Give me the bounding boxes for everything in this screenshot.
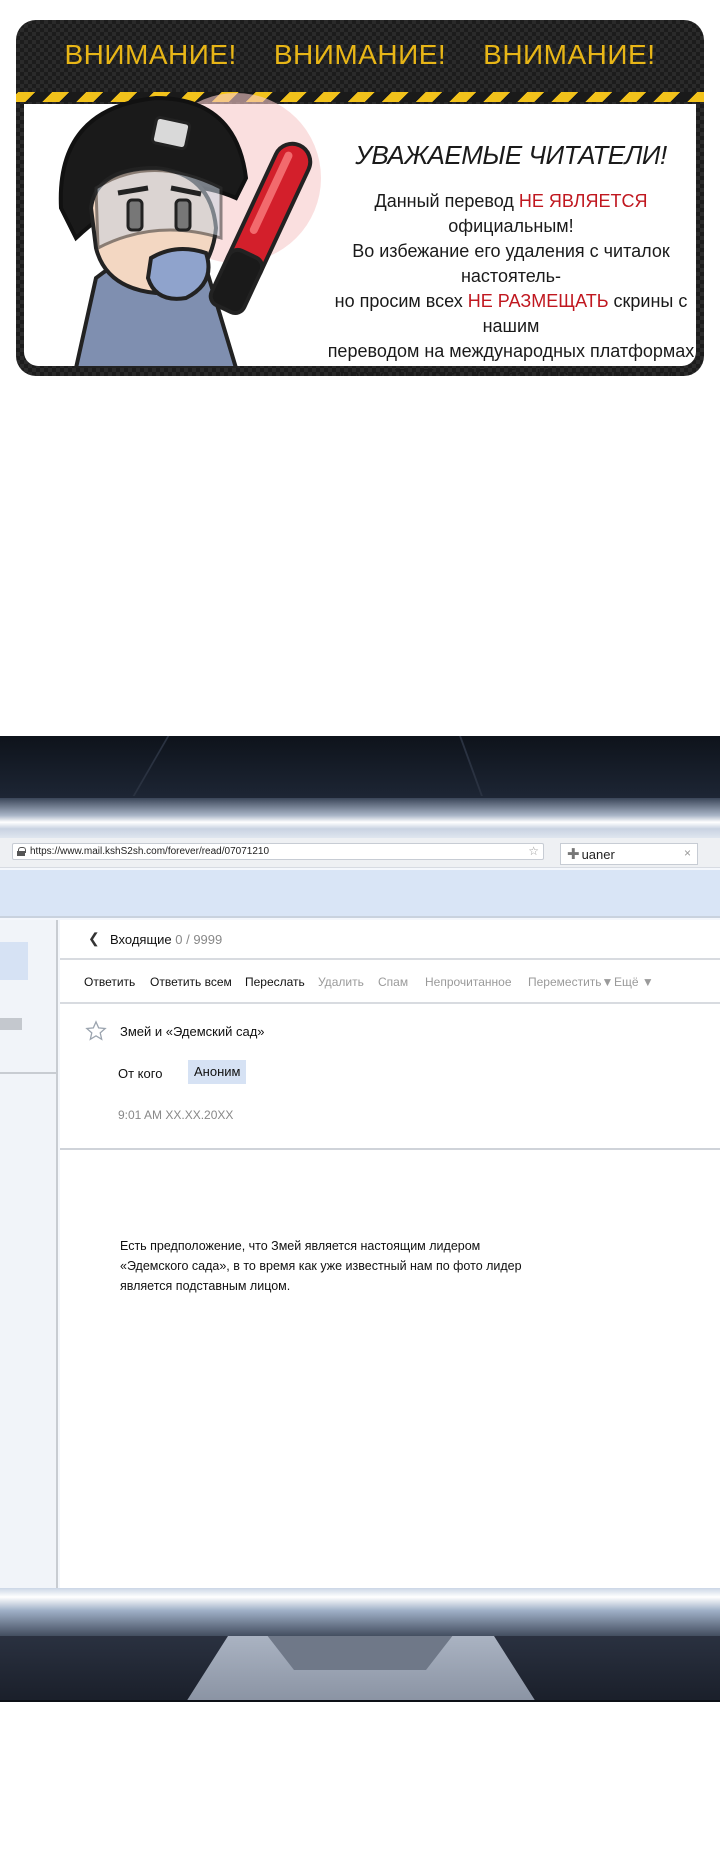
- search-text: uaner: [581, 846, 615, 862]
- inbox-count: 0 / 9999: [175, 932, 223, 947]
- forward-button[interactable]: Переслать: [245, 975, 305, 989]
- more-dropdown[interactable]: Ещё ▼: [614, 975, 654, 989]
- banner-text: официальным!: [448, 216, 574, 236]
- sender-badge[interactable]: Аноним: [188, 1060, 247, 1084]
- sidebar-item-selected[interactable]: [0, 942, 28, 980]
- lock-icon: [17, 847, 26, 856]
- banner-headline: ВНИМАНИЕ!: [64, 39, 237, 70]
- warning-banner: ВНИМАНИЕ! ВНИМАНИЕ! ВНИМАНИЕ! УВАЖАЕМЫЕ …: [16, 20, 704, 376]
- plus-icon: ✚: [567, 845, 580, 863]
- inbox-link[interactable]: Входящие 0 / 9999: [110, 932, 222, 947]
- browser-window: https://www.mail.kshS2sh.com/forever/rea…: [0, 838, 720, 1598]
- ceiling-line: [459, 736, 483, 796]
- monitor-top-bezel: [0, 798, 720, 842]
- mascot-illustration: [58, 93, 321, 368]
- banner-headline: ВНИМАНИЕ!: [483, 39, 656, 70]
- sidebar-divider: [0, 1072, 56, 1074]
- email-body-line: Есть предположение, что Змей является на…: [120, 1239, 481, 1253]
- mail-content: ❮ Входящие 0 / 9999 Ответить Ответить вс…: [60, 920, 720, 1598]
- star-icon[interactable]: [85, 1020, 107, 1042]
- banner-emphasis: НЕ РАЗМЕЩАТЬ: [467, 291, 609, 311]
- search-input[interactable]: ✚ uaner ×: [560, 843, 698, 865]
- banner-line: но просим всех НЕ РАЗМЕЩАТЬ скрины с наш…: [316, 289, 704, 339]
- banner-headline: ВНИМАНИЕ!: [273, 39, 447, 70]
- banner-title: УВАЖАЕМЫЕ ЧИТАТЕЛИ!: [355, 140, 667, 170]
- bookmark-star-icon[interactable]: ☆: [528, 844, 539, 858]
- mail-sidebar: [0, 920, 58, 1598]
- url-text: https://www.mail.kshS2sh.com/forever/rea…: [30, 846, 270, 857]
- monitor-bottom-bezel: [0, 1588, 720, 1638]
- move-dropdown[interactable]: Переместить▼: [528, 975, 613, 989]
- banner-paragraph: Данный перевод НЕ ЯВЛЯЕТСЯ официальным! …: [316, 189, 704, 376]
- monitor-scene: https://www.mail.kshS2sh.com/forever/rea…: [0, 736, 720, 1702]
- reply-button[interactable]: Ответить: [84, 975, 135, 989]
- banner-text: Данный перевод: [374, 191, 519, 211]
- banner-line: Во избежание его удаления с читалок наст…: [352, 241, 670, 286]
- browser-toolbar: https://www.mail.kshS2sh.com/forever/rea…: [0, 838, 720, 868]
- close-icon[interactable]: ×: [684, 846, 691, 860]
- banner-line: переводом на международных платформах: [327, 341, 695, 361]
- banner-message: УВАЖАЕМЫЕ ЧИТАТЕЛИ! Данный перевод НЕ ЯВ…: [316, 140, 704, 376]
- banner-text: но просим всех: [334, 291, 468, 311]
- mark-unread-button[interactable]: Непрочитанное: [425, 975, 512, 989]
- email-date: 9:01 AM XX.XX.20XX: [118, 1108, 234, 1122]
- delete-button[interactable]: Удалить: [318, 975, 364, 989]
- inbox-label: Входящие: [110, 932, 172, 947]
- back-chevron-icon[interactable]: ❮: [88, 930, 100, 947]
- header-divider: [60, 1148, 720, 1150]
- banner-emphasis: НЕ ЯВЛЯЕТСЯ: [518, 191, 648, 211]
- ceiling-line: [132, 736, 170, 796]
- mail-header-bar: [0, 870, 720, 918]
- mail-toolbar: Ответить Ответить всем Переслать Удалить…: [60, 962, 720, 1004]
- banner-line: Данный перевод НЕ ЯВЛЯЕТСЯ официальным!: [316, 189, 704, 239]
- email-body-line: «Эдемского сада», в то время как уже изв…: [120, 1259, 522, 1273]
- email-body: Есть предположение, что Змей является на…: [120, 1236, 550, 1296]
- banner-line: вроде ТикТока, Ютуба, Инстаграма и т.д.: [339, 366, 683, 376]
- inbox-breadcrumb: ❮ Входящие 0 / 9999: [60, 920, 720, 960]
- scene-border: [0, 1700, 720, 1702]
- address-bar[interactable]: https://www.mail.kshS2sh.com/forever/rea…: [12, 843, 544, 860]
- email-subject: Змей и «Эдемский сад»: [120, 1024, 265, 1039]
- spam-button[interactable]: Спам: [378, 975, 408, 989]
- monitor-stand: [0, 1636, 720, 1702]
- email-body-line: является подставным лицом.: [120, 1279, 291, 1293]
- from-label: От кого: [118, 1066, 163, 1081]
- reply-all-button[interactable]: Ответить всем: [150, 975, 232, 989]
- sidebar-item[interactable]: [0, 1018, 22, 1030]
